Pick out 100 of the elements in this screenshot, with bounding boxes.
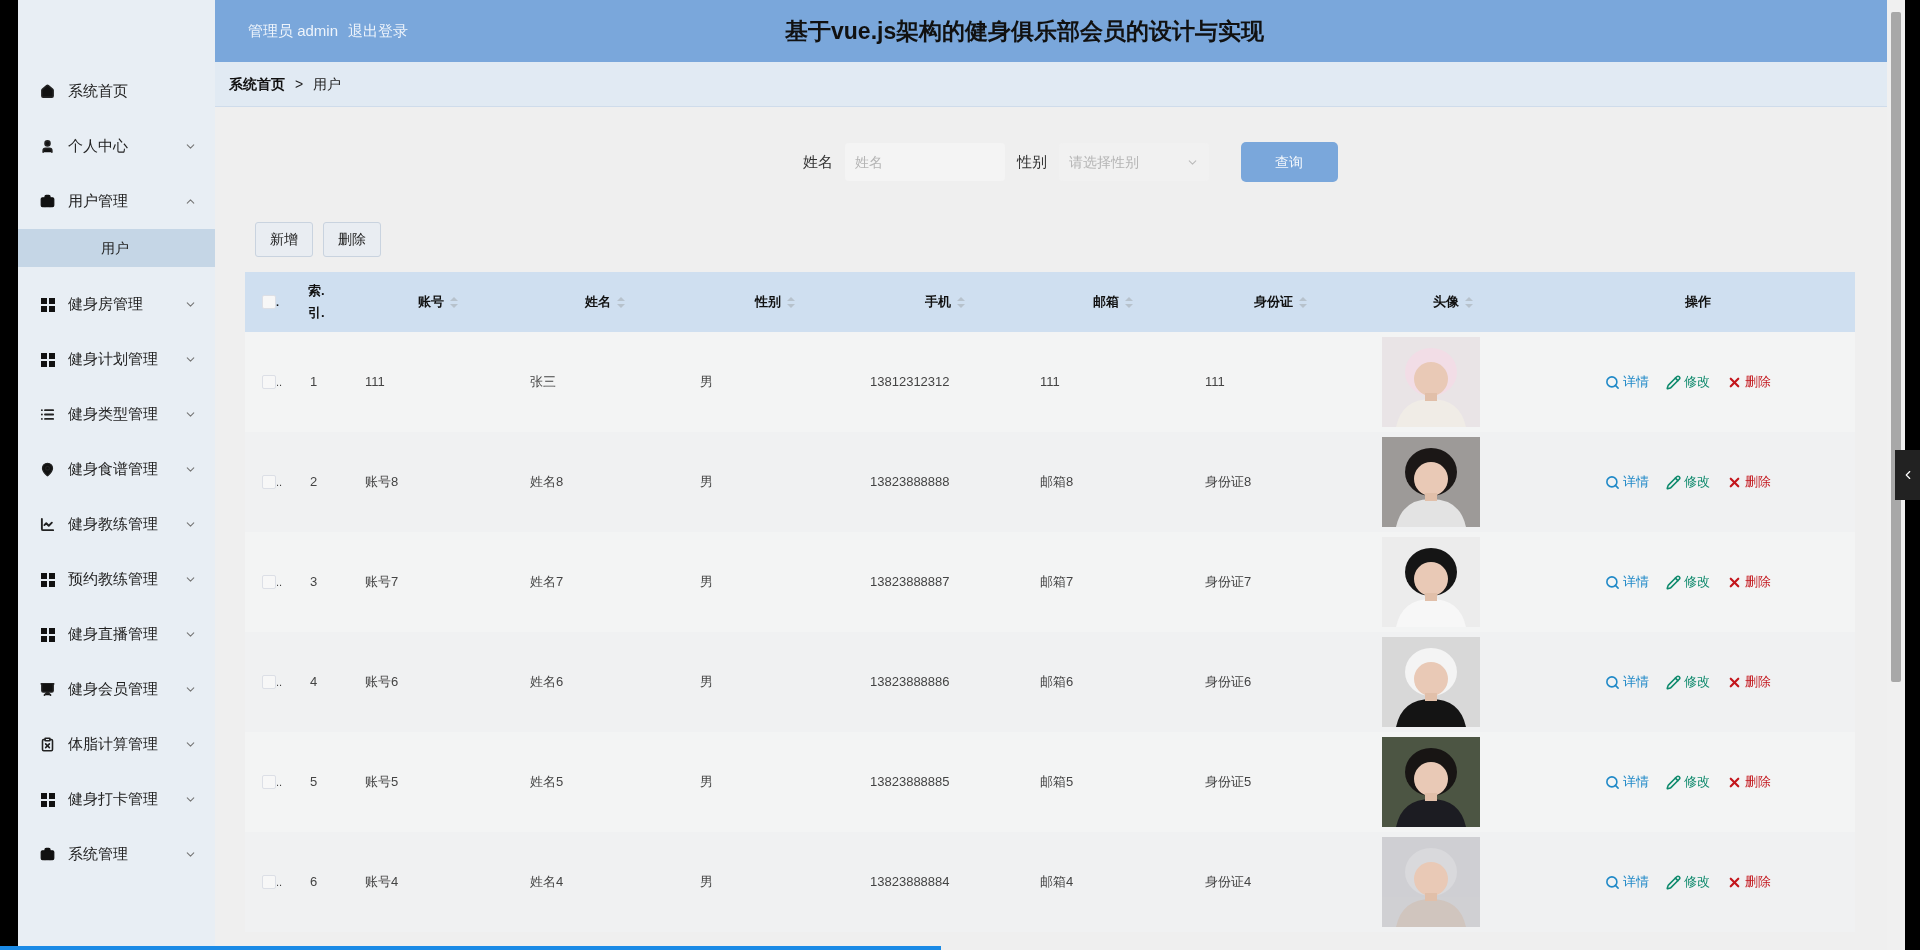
column-header[interactable]: 姓名 bbox=[585, 292, 625, 312]
table-cell: 姓名8 bbox=[530, 474, 564, 490]
table-cell: 1 bbox=[310, 374, 318, 390]
menu-item[interactable]: 系统首页 bbox=[18, 64, 215, 119]
menu-item[interactable]: 健身类型管理 bbox=[18, 387, 215, 442]
column-header[interactable]: 邮箱 bbox=[1092, 292, 1133, 312]
table-cell: 男 bbox=[700, 674, 713, 690]
checkbox[interactable] bbox=[262, 375, 276, 389]
table-cell: 账号5 bbox=[365, 774, 399, 790]
action-link[interactable]: 修改 bbox=[1665, 472, 1710, 492]
delete-button[interactable]: 删除 bbox=[323, 222, 381, 257]
scrollbar[interactable] bbox=[1887, 0, 1905, 950]
table-cell: 身份证4 bbox=[1205, 874, 1252, 890]
table-cell: 2 bbox=[310, 474, 318, 490]
menu-item[interactable]: 健身直播管理 bbox=[18, 607, 215, 662]
menu-item[interactable]: 健身食谱管理 bbox=[18, 442, 215, 497]
sort-icon[interactable] bbox=[617, 296, 625, 308]
menu-item[interactable]: 用户管理 bbox=[18, 174, 215, 229]
table-cell: 邮箱4 bbox=[1040, 874, 1074, 890]
name-field[interactable]: 姓名 bbox=[844, 143, 1005, 181]
sort-icon[interactable] bbox=[787, 296, 795, 308]
menu-label: 用户管理 bbox=[68, 191, 129, 212]
checkbox[interactable] bbox=[262, 875, 276, 889]
menu-item[interactable]: 体脂计算管理 bbox=[18, 717, 215, 772]
user-icon bbox=[40, 139, 55, 154]
checkbox[interactable] bbox=[262, 775, 276, 789]
table-cell: 身份证5 bbox=[1205, 774, 1252, 790]
action-link[interactable]: 详情 bbox=[1604, 872, 1649, 892]
sort-icon[interactable] bbox=[1298, 296, 1307, 308]
action-link[interactable]: 删除 bbox=[1726, 372, 1771, 392]
table-cell: 13823888887 bbox=[870, 574, 950, 590]
table-cell: 男 bbox=[700, 474, 713, 490]
checkbox-label: .. bbox=[276, 574, 283, 590]
pencil-icon bbox=[1665, 474, 1681, 490]
table-cell: 姓名6 bbox=[530, 674, 564, 690]
grid-icon bbox=[40, 297, 55, 312]
action-link[interactable]: 详情 bbox=[1604, 372, 1649, 392]
action-link[interactable]: 修改 bbox=[1665, 372, 1710, 392]
checkbox-label: .. bbox=[276, 874, 283, 890]
table-cell: 邮箱7 bbox=[1040, 574, 1074, 590]
collapse-handle[interactable] bbox=[1895, 450, 1920, 500]
action-link[interactable]: 修改 bbox=[1665, 672, 1710, 692]
home-icon bbox=[40, 84, 55, 99]
menu-item[interactable]: 健身教练管理 bbox=[18, 497, 215, 552]
column-header[interactable]: 账号 bbox=[417, 292, 458, 312]
table-cell: 账号4 bbox=[365, 874, 399, 890]
checkbox-label: .. bbox=[276, 374, 283, 390]
checkbox-label: .. bbox=[276, 474, 283, 490]
add-button[interactable]: 新增 bbox=[255, 222, 313, 257]
table-cell: 身份证6 bbox=[1205, 674, 1252, 690]
column-header[interactable]: 性别 bbox=[755, 292, 795, 312]
column-header[interactable]: 身份证 bbox=[1253, 292, 1307, 312]
menu-item[interactable]: 预约教练管理 bbox=[18, 552, 215, 607]
pencil-icon bbox=[1665, 374, 1681, 390]
action-link[interactable]: 详情 bbox=[1604, 572, 1649, 592]
submenu-item[interactable]: 用户 bbox=[18, 229, 215, 267]
action-link[interactable]: 删除 bbox=[1726, 472, 1771, 492]
breadcrumb-item[interactable]: 用户 bbox=[313, 73, 342, 95]
table-cell: 男 bbox=[700, 374, 713, 390]
action-link[interactable]: 删除 bbox=[1726, 772, 1771, 792]
table-cell: 身份证8 bbox=[1205, 474, 1252, 490]
menu-item[interactable]: 健身打卡管理 bbox=[18, 772, 215, 827]
action-link[interactable]: 删除 bbox=[1726, 872, 1771, 892]
sort-icon[interactable] bbox=[957, 296, 965, 308]
table-cell: 6 bbox=[310, 874, 318, 890]
sort-icon[interactable] bbox=[1124, 296, 1133, 308]
select-all-label: . bbox=[276, 294, 280, 310]
menu-label: 健身直播管理 bbox=[68, 624, 159, 645]
action-link[interactable]: 详情 bbox=[1604, 472, 1649, 492]
progress-fill[interactable] bbox=[0, 946, 941, 950]
grid-icon bbox=[40, 572, 55, 587]
table-cell: 男 bbox=[700, 874, 713, 890]
pencil-icon bbox=[1665, 874, 1681, 890]
action-link[interactable]: 删除 bbox=[1726, 572, 1771, 592]
column-header[interactable]: 手机 bbox=[925, 292, 965, 312]
checkbox[interactable] bbox=[262, 575, 276, 589]
menu-item[interactable]: 健身房管理 bbox=[18, 277, 215, 332]
menu-item[interactable]: 健身会员管理 bbox=[18, 662, 215, 717]
search-icon bbox=[1604, 474, 1620, 490]
column-header: 操作 bbox=[1684, 293, 1711, 312]
checkbox-label: .. bbox=[276, 674, 283, 690]
menu-item[interactable]: 个人中心 bbox=[18, 119, 215, 174]
checkbox-label: .. bbox=[276, 774, 283, 790]
column-header[interactable]: 头像 bbox=[1432, 292, 1473, 312]
sort-icon[interactable] bbox=[1464, 296, 1473, 308]
action-link[interactable]: 修改 bbox=[1665, 872, 1710, 892]
checkbox[interactable] bbox=[262, 295, 276, 309]
action-link[interactable]: 修改 bbox=[1665, 772, 1710, 792]
table-cell: 111 bbox=[365, 374, 385, 390]
action-link[interactable]: 删除 bbox=[1726, 672, 1771, 692]
sort-icon[interactable] bbox=[449, 296, 458, 308]
menu-item[interactable]: 健身计划管理 bbox=[18, 332, 215, 387]
checkbox[interactable] bbox=[262, 475, 276, 489]
action-link[interactable]: 详情 bbox=[1604, 772, 1649, 792]
action-link[interactable]: 详情 bbox=[1604, 672, 1649, 692]
menu-item[interactable]: 系统管理 bbox=[18, 827, 215, 882]
checkbox[interactable] bbox=[262, 675, 276, 689]
table-cell: 13823888886 bbox=[870, 674, 950, 690]
action-link[interactable]: 修改 bbox=[1665, 572, 1710, 592]
breadcrumb-item[interactable]: 系统首页 bbox=[229, 73, 285, 95]
